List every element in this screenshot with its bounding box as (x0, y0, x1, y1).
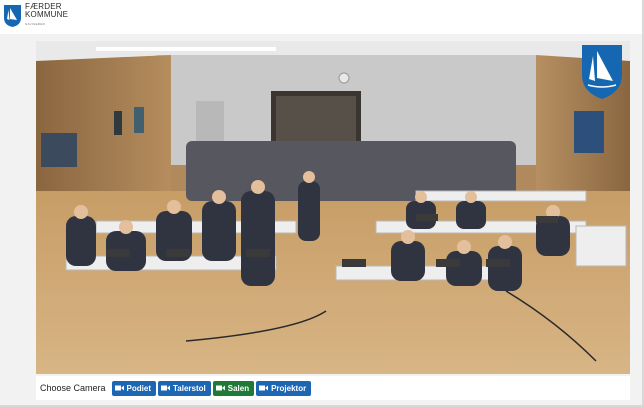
org-tagline: NAVIGERER (25, 22, 46, 26)
page-header: FÆRDER KOMMUNE NAVIGERER (0, 0, 644, 34)
camera-button-podiet[interactable]: Podiet (111, 380, 156, 396)
camera-selector: Choose Camera Podiet Talerstol Salen Pro… (36, 376, 630, 400)
camera-button-label: Salen (227, 383, 250, 393)
municipal-crest-overlay-icon (582, 45, 622, 99)
org-name-line2: KOMMUNE (25, 10, 69, 19)
camera-button-label: Podiet (126, 383, 151, 393)
camera-button-label: Talerstol (172, 383, 206, 393)
camera-button-salen[interactable]: Salen (212, 380, 255, 396)
municipal-crest-icon (4, 4, 21, 27)
video-camera-icon (114, 385, 124, 391)
video-stream[interactable] (36, 41, 630, 374)
faerder-kommune-logo[interactable]: FÆRDER KOMMUNE NAVIGERER (4, 3, 68, 28)
camera-button-projektor[interactable]: Projektor (256, 380, 312, 396)
video-camera-icon (259, 385, 269, 391)
video-camera-icon (160, 385, 170, 391)
council-chamber-scene (36, 41, 630, 374)
camera-button-label: Projektor (271, 383, 307, 393)
choose-camera-label: Choose Camera (40, 383, 106, 393)
camera-button-talerstol[interactable]: Talerstol (157, 380, 211, 396)
video-camera-icon (215, 385, 225, 391)
